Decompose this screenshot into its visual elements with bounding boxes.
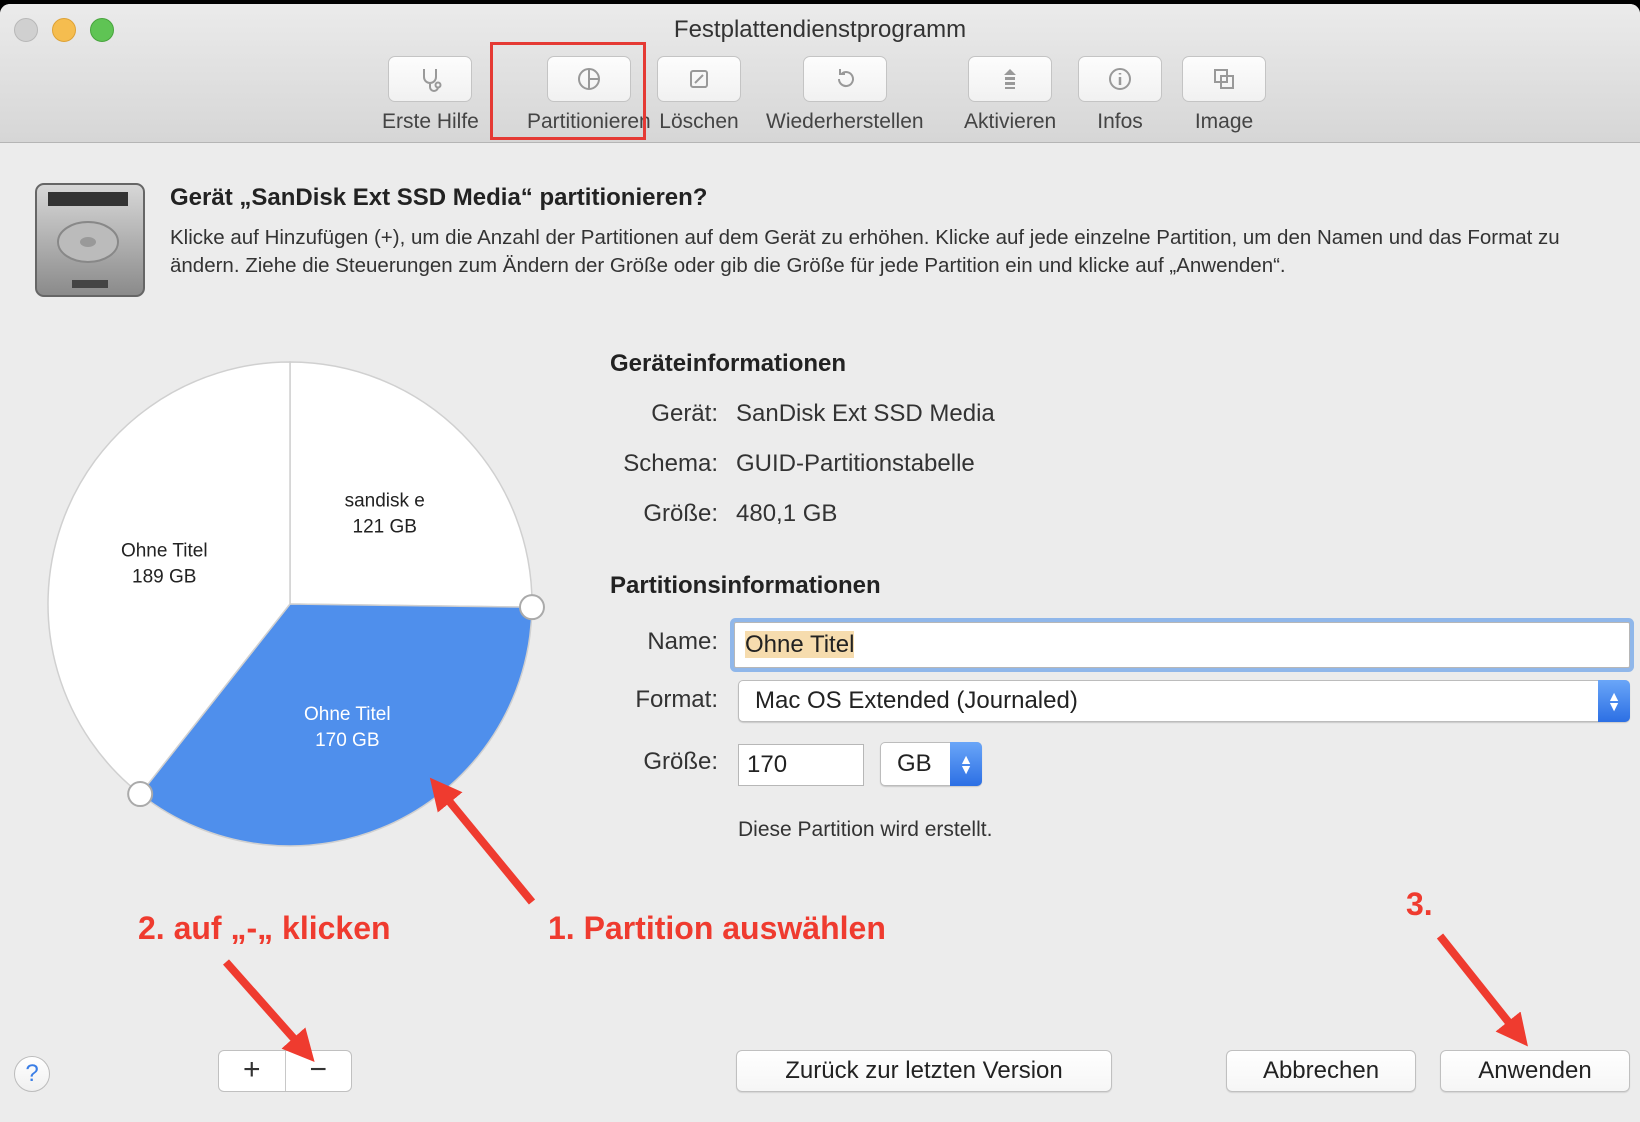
- first-aid-button[interactable]: [388, 56, 473, 102]
- toolbar-label: Image: [1194, 110, 1254, 133]
- partition-highlight-box: [490, 42, 646, 140]
- pie-slice-name: Ohne Titel: [121, 540, 208, 561]
- partition-name-value: Ohne Titel: [745, 631, 855, 658]
- remove-partition-button[interactable]: −: [284, 1051, 352, 1091]
- device-size-label: Größe:: [643, 500, 718, 527]
- image-button[interactable]: [1182, 56, 1266, 102]
- chevron-updown-icon: ▲ ▼: [950, 742, 982, 786]
- erase-button[interactable]: [657, 56, 741, 102]
- toolbar-erase[interactable]: Löschen: [657, 56, 741, 134]
- scheme-value: GUID-Partitionstabelle: [736, 450, 975, 477]
- page-title: Gerät „SanDisk Ext SSD Media“ partitioni…: [170, 184, 708, 211]
- pie-slice-1[interactable]: [289, 361, 533, 608]
- toolbar-label: Wiederherstellen: [766, 110, 924, 133]
- chevron-updown-icon: ▲ ▼: [1598, 680, 1630, 722]
- device-size-value: 480,1 GB: [736, 500, 838, 527]
- instructions-text: Klicke auf Hinzufügen (+), um die Anzahl…: [170, 226, 1560, 277]
- size-unit-select[interactable]: GB ▲ ▼: [880, 742, 982, 786]
- format-select[interactable]: Mac OS Extended (Journaled) ▲ ▼: [738, 680, 1630, 722]
- image-icon: [1214, 69, 1234, 89]
- pie-slice-name: sandisk e: [345, 491, 425, 512]
- apply-button[interactable]: Anwenden: [1440, 1050, 1630, 1092]
- size-unit-value: GB: [897, 750, 932, 777]
- format-label: Format:: [635, 686, 718, 713]
- annotation-step-2: 2. auf „-„ klicken: [138, 910, 391, 946]
- name-label: Name:: [647, 628, 718, 655]
- cancel-button[interactable]: Abbrechen: [1226, 1050, 1416, 1092]
- revert-button[interactable]: Zurück zur letzten Version: [736, 1050, 1112, 1092]
- toolbar-mount[interactable]: Aktivieren: [964, 56, 1056, 134]
- pie-slice-size: 189 GB: [132, 566, 196, 587]
- partition-name-input[interactable]: Ohne Titel: [734, 622, 1630, 668]
- device-label: Gerät:: [651, 400, 718, 427]
- toolbar-label: Löschen: [659, 110, 739, 133]
- pie-slice-name: Ohne Titel: [304, 704, 391, 725]
- stethoscope-icon: [423, 69, 442, 92]
- partition-info-title: Partitionsinformationen: [610, 572, 881, 599]
- info-icon: [1109, 68, 1131, 90]
- erase-icon: [690, 70, 708, 88]
- toolbar-label: Erste Hilfe: [382, 110, 479, 133]
- resize-handle-1[interactable]: [518, 594, 545, 621]
- toolbar-image[interactable]: Image: [1182, 56, 1266, 134]
- format-value: Mac OS Extended (Journaled): [755, 687, 1078, 714]
- add-remove-control: + −: [218, 1050, 352, 1092]
- add-partition-button[interactable]: +: [219, 1051, 285, 1091]
- toolbar-label: Aktivieren: [964, 110, 1057, 133]
- disk-utility-window: Festplattendienstprogramm Erste Hilfe Pa…: [0, 4, 1640, 1122]
- device-value: SanDisk Ext SSD Media: [736, 400, 995, 427]
- partition-size-input[interactable]: 170: [738, 744, 864, 786]
- hard-disk-icon: [35, 183, 145, 297]
- restore-icon: [837, 69, 854, 88]
- device-info-title: Geräteinformationen: [610, 350, 847, 377]
- resize-handle-2[interactable]: [127, 781, 154, 808]
- partition-status-note: Diese Partition wird erstellt.: [738, 818, 993, 841]
- partition-size-label: Größe:: [643, 748, 718, 775]
- help-button[interactable]: ?: [14, 1056, 50, 1092]
- mount-button[interactable]: [968, 56, 1053, 102]
- titlebar: Festplattendienstprogramm Erste Hilfe Pa…: [0, 4, 1640, 143]
- info-button[interactable]: [1078, 56, 1162, 102]
- toolbar-first-aid[interactable]: Erste Hilfe: [382, 56, 479, 134]
- pie-slice-size: 170 GB: [315, 730, 379, 751]
- toolbar-restore[interactable]: Wiederherstellen: [766, 56, 924, 134]
- annotation-step-3: 3.: [1406, 886, 1433, 922]
- window-title: Festplattendienstprogramm: [673, 16, 967, 43]
- toolbar-info[interactable]: Infos: [1078, 56, 1162, 134]
- toolbar-label: Infos: [1097, 110, 1143, 133]
- pie-slice-size: 121 GB: [353, 517, 417, 538]
- scheme-label: Schema:: [623, 450, 718, 477]
- mount-icon: [1004, 69, 1017, 89]
- annotation-step-1: 1. Partition auswählen: [548, 910, 886, 946]
- restore-button[interactable]: [802, 56, 887, 102]
